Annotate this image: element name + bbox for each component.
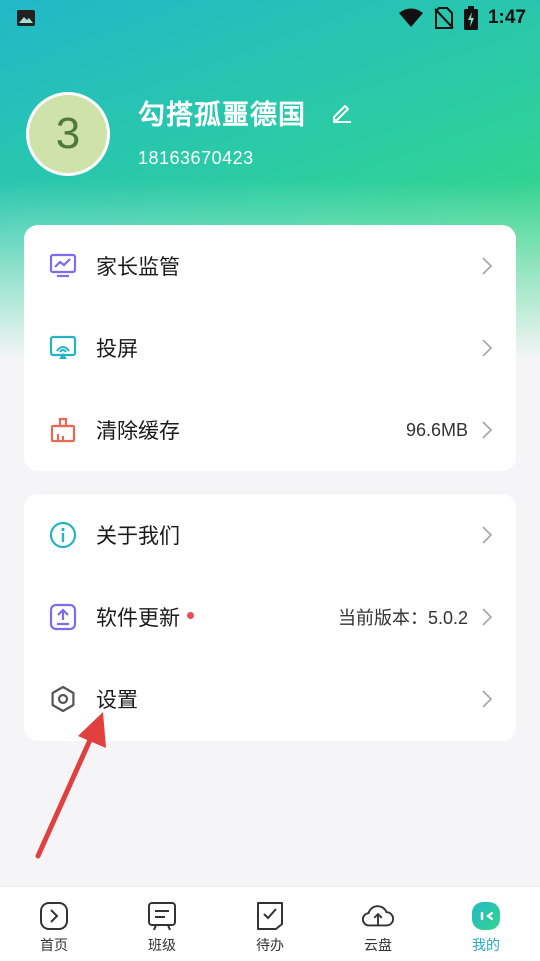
menu-item-label: 投屏: [96, 337, 138, 361]
menu-item-software-update[interactable]: 软件更新 当前版本：5.0.2: [24, 576, 516, 658]
chevron-right-icon: [482, 690, 493, 708]
chevron-right-icon: [482, 339, 493, 357]
nav-tab-home[interactable]: 首页: [0, 887, 108, 961]
menu-item-label: 软件更新: [96, 602, 194, 632]
no-sim-icon: [434, 7, 454, 29]
menu-item-settings[interactable]: 设置: [24, 658, 516, 740]
avatar[interactable]: 3: [26, 92, 110, 176]
profile-phone: 18163670423: [138, 148, 254, 168]
profile-name: 勾搭孤噩德国: [138, 100, 306, 131]
edit-pencil-icon[interactable]: [330, 100, 354, 124]
nav-tab-todo[interactable]: 待办: [216, 887, 324, 961]
menu-item-label: 关于我们: [96, 524, 180, 548]
chevron-right-icon: [482, 257, 493, 275]
status-bar: 1:47: [0, 0, 540, 36]
battery-charging-icon: [463, 6, 478, 30]
settings-card-secondary: 关于我们 软件更新 当前版本：5.0.2 设置: [24, 494, 516, 741]
nav-label: 云盘: [364, 938, 392, 954]
nav-label: 待办: [256, 938, 284, 954]
screen-cast-icon: [48, 333, 78, 363]
nav-tab-mine[interactable]: 我的: [432, 887, 540, 961]
hexagon-settings-icon: [48, 684, 78, 714]
nav-label: 首页: [40, 938, 68, 954]
bottom-navigation: 首页 班级 待办 云盘 我的: [0, 886, 540, 961]
cloud-upload-icon: [361, 899, 395, 933]
gallery-notification-icon: [17, 10, 35, 26]
wifi-icon: [398, 8, 423, 27]
class-board-icon: [145, 899, 179, 933]
todo-check-icon: [253, 899, 287, 933]
menu-item-label: 家长监管: [96, 255, 180, 279]
clean-brush-icon: [48, 415, 78, 445]
settings-card-primary: 家长监管 投屏 清除缓存 96.6MB: [24, 225, 516, 471]
home-play-icon: [37, 899, 71, 933]
nav-label: 我的: [472, 938, 500, 954]
nav-label: 班级: [148, 938, 176, 954]
menu-item-about-us[interactable]: 关于我们: [24, 494, 516, 576]
nav-tab-class[interactable]: 班级: [108, 887, 216, 961]
upload-update-icon: [48, 602, 78, 632]
chevron-right-icon: [482, 421, 493, 439]
monitor-chart-icon: [48, 251, 78, 281]
nav-tab-cloud[interactable]: 云盘: [324, 887, 432, 961]
menu-item-screen-cast[interactable]: 投屏: [24, 307, 516, 389]
status-time: 1:47: [487, 7, 526, 28]
menu-item-label: 设置: [96, 688, 138, 712]
current-version-value: 当前版本：5.0.2: [337, 608, 468, 628]
menu-item-parental-control[interactable]: 家长监管: [24, 225, 516, 307]
mine-face-icon: [469, 899, 503, 933]
menu-item-label-text: 软件更新: [96, 606, 180, 630]
update-badge-dot: [187, 612, 194, 619]
chevron-right-icon: [482, 608, 493, 626]
info-icon: [48, 520, 78, 550]
menu-item-label: 清除缓存: [96, 419, 180, 443]
cache-size-value: 96.6MB: [405, 419, 468, 440]
menu-item-clear-cache[interactable]: 清除缓存 96.6MB: [24, 389, 516, 471]
chevron-right-icon: [482, 526, 493, 544]
